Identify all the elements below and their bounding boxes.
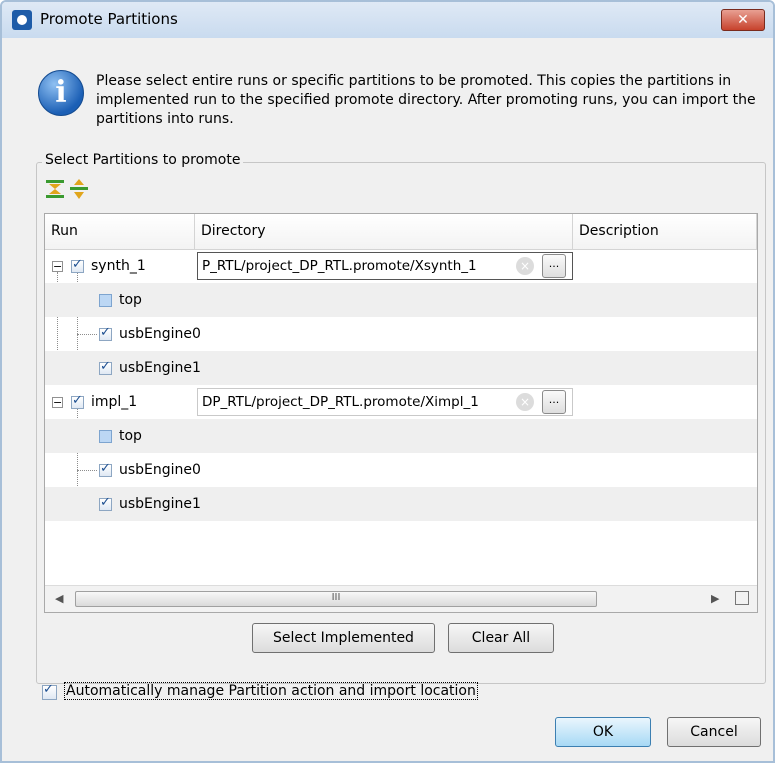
promote-partitions-dialog: Promote Partitions ✕ i Please select ent… <box>0 0 775 763</box>
table-row[interactable]: − impl_1 DP_RTL/project_DP_RTL.promote/X… <box>45 385 757 419</box>
scrollbar-thumb[interactable]: III <box>75 591 597 607</box>
scroll-left-icon[interactable]: ◀ <box>55 592 63 605</box>
info-message: Please select entire runs or specific pa… <box>96 73 756 127</box>
table-row[interactable]: top <box>45 419 757 453</box>
ok-button[interactable]: OK <box>555 717 651 747</box>
column-header-directory[interactable]: Directory <box>195 214 573 249</box>
info-icon: i <box>38 70 84 116</box>
partition-checkbox[interactable] <box>99 294 112 307</box>
partition-label: usbEngine0 <box>119 462 201 478</box>
partition-label: top <box>119 292 142 308</box>
directory-field[interactable]: DP_RTL/project_DP_RTL.promote/Ximpl_1 × … <box>197 388 573 416</box>
app-icon <box>12 10 32 30</box>
auto-manage-label[interactable]: Automatically manage Partition action an… <box>64 682 478 700</box>
select-implemented-button[interactable]: Select Implemented <box>252 623 435 653</box>
table-row[interactable]: usbEngine0 <box>45 453 757 487</box>
run-label: impl_1 <box>91 394 138 410</box>
partition-checkbox[interactable] <box>99 359 112 375</box>
collapse-icon[interactable]: − <box>52 397 63 408</box>
collapse-icon[interactable]: − <box>52 261 63 272</box>
browse-button[interactable]: ... <box>542 254 566 278</box>
partition-label: top <box>119 428 142 444</box>
directory-value: P_RTL/project_DP_RTL.promote/Xsynth_1 <box>202 258 477 274</box>
horizontal-scrollbar[interactable]: ◀ III ▶ <box>45 585 757 612</box>
auto-manage-checkbox[interactable] <box>42 682 57 700</box>
table-row[interactable]: usbEngine1 <box>45 351 757 385</box>
cancel-button[interactable]: Cancel <box>667 717 761 747</box>
table-row[interactable]: usbEngine0 <box>45 317 757 351</box>
directory-field[interactable]: P_RTL/project_DP_RTL.promote/Xsynth_1 × … <box>197 252 573 280</box>
corner-icon <box>735 591 749 605</box>
group-label: Select Partitions to promote <box>42 152 244 168</box>
expand-all-icon[interactable] <box>68 178 90 200</box>
window-title: Promote Partitions <box>40 10 178 28</box>
table-row[interactable]: usbEngine1 <box>45 487 757 521</box>
run-label: synth_1 <box>91 258 146 274</box>
column-header-run[interactable]: Run <box>45 214 195 249</box>
title-bar: Promote Partitions ✕ <box>2 2 773 38</box>
run-checkbox[interactable] <box>71 393 84 409</box>
close-button[interactable]: ✕ <box>721 9 765 31</box>
browse-button[interactable]: ... <box>542 390 566 414</box>
clear-all-button[interactable]: Clear All <box>448 623 554 653</box>
directory-value: DP_RTL/project_DP_RTL.promote/Ximpl_1 <box>202 394 479 410</box>
partition-label: usbEngine1 <box>119 360 201 376</box>
table-row[interactable]: top <box>45 283 757 317</box>
clear-icon[interactable]: × <box>516 257 534 275</box>
partition-checkbox[interactable] <box>99 495 112 511</box>
partition-checkbox[interactable] <box>99 461 112 477</box>
table-header: Run Directory Description <box>45 214 757 250</box>
table-row[interactable]: − synth_1 P_RTL/project_DP_RTL.promote/X… <box>45 249 757 283</box>
scroll-right-icon[interactable]: ▶ <box>711 592 719 605</box>
collapse-all-icon[interactable] <box>44 178 66 200</box>
partitions-table: Run Directory Description − synth_1 P_RT… <box>44 213 758 613</box>
partition-label: usbEngine1 <box>119 496 201 512</box>
partition-checkbox[interactable] <box>99 325 112 341</box>
partition-label: usbEngine0 <box>119 326 201 342</box>
clear-icon[interactable]: × <box>516 393 534 411</box>
run-checkbox[interactable] <box>71 257 84 273</box>
partition-checkbox[interactable] <box>99 430 112 443</box>
column-header-description[interactable]: Description <box>573 214 757 249</box>
